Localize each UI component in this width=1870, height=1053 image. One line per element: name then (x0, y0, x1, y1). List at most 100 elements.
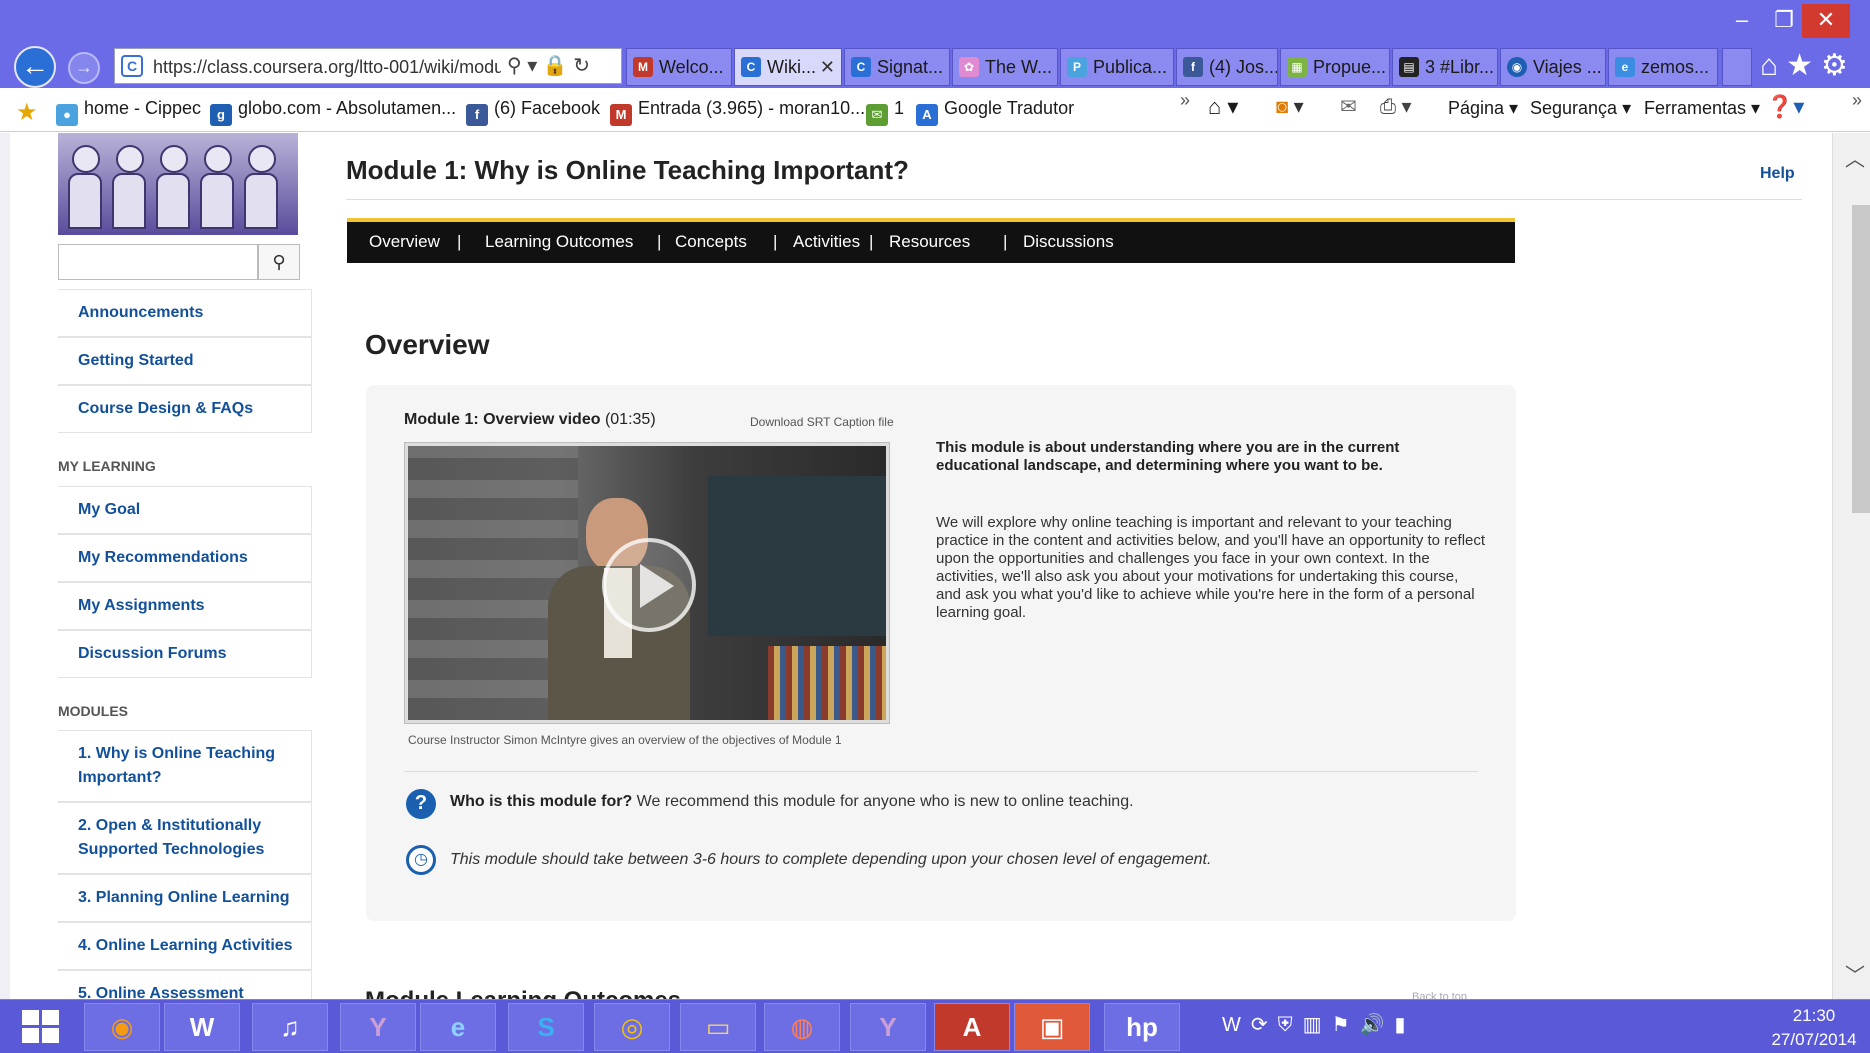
favorite-link[interactable]: A Google Tradutor (916, 98, 1074, 126)
tab-overview[interactable]: Overview (369, 232, 440, 252)
browser-tab[interactable]: ◉ Viajes ... (1500, 48, 1606, 86)
chrome-icon[interactable]: ◎ (594, 1003, 670, 1051)
windows-start-icon[interactable] (22, 1010, 60, 1044)
close-button[interactable]: ✕ (1802, 4, 1850, 38)
scroll-thumb[interactable] (1852, 205, 1870, 513)
mail-icon[interactable]: ✉ (1340, 94, 1357, 119)
search-button[interactable]: ⚲ (258, 244, 300, 280)
sidebar-search-input[interactable] (58, 244, 258, 280)
favorite-label: globo.com - Absolutamen... (238, 98, 457, 118)
forward-button[interactable]: → (68, 52, 100, 84)
new-tab-button[interactable] (1722, 48, 1752, 86)
printer-icon[interactable]: ⎙ ▾ (1380, 94, 1412, 119)
back-to-top-link[interactable]: Back to top (1412, 991, 1467, 999)
maximize-button[interactable]: ❐ (1760, 4, 1808, 38)
tab-activities[interactable]: Activities (793, 232, 860, 252)
favorite-link[interactable]: g globo.com - Absolutamen... (210, 98, 456, 126)
sidebar-module-2[interactable]: 2. Open & Institutionally Supported Tech… (58, 802, 312, 874)
ie-icon[interactable]: e (420, 1003, 496, 1051)
chevron-more-icon[interactable]: » (1180, 90, 1190, 111)
favorite-link[interactable]: ● home - Cippec (56, 98, 201, 126)
home-icon[interactable]: ⌂ (1760, 49, 1786, 82)
address-bar[interactable]: C https://class.coursera.org/ltto-001/wi… (114, 48, 622, 84)
browser-tab-active[interactable]: C Wiki... ✕ (734, 48, 842, 86)
tab-resources[interactable]: Resources (889, 232, 970, 252)
sidebar-item-my-assignments[interactable]: My Assignments (58, 582, 312, 630)
browser-tab[interactable]: ▤ 3 #Libr... (1392, 48, 1498, 86)
gear-icon[interactable]: ⚙ (1821, 49, 1856, 82)
yammer-icon[interactable]: Y (340, 1003, 416, 1051)
office-icon[interactable]: ▣ (1014, 1003, 1090, 1051)
minimize-button[interactable]: – (1718, 4, 1766, 38)
tab-label: Signat... (877, 57, 944, 77)
browser-tab[interactable]: P Publica... (1060, 48, 1174, 86)
word-icon[interactable]: W (164, 1003, 240, 1051)
tab-close-icon[interactable]: ✕ (820, 49, 835, 85)
tab-separator: | (773, 232, 778, 251)
spiral-icon[interactable]: ◍ (764, 1003, 840, 1051)
download-srt-link[interactable]: Download SRT Caption file (750, 415, 894, 429)
cippec-icon: ● (56, 104, 78, 126)
help-link[interactable]: Help (1760, 165, 1795, 183)
tab-discussions[interactable]: Discussions (1023, 232, 1114, 252)
scroll-down-icon[interactable]: ﹀ (1845, 959, 1865, 988)
network-icon[interactable]: ▥ (1303, 1014, 1332, 1036)
battery-icon[interactable]: ▮ (1394, 1014, 1415, 1036)
firefox-icon[interactable]: ◉ (84, 1003, 160, 1051)
favorite-link[interactable]: f (6) Facebook (466, 98, 600, 126)
hp-icon[interactable]: hp (1104, 1003, 1180, 1051)
browser-tab[interactable]: M Welco... (626, 48, 732, 86)
refresh-icon[interactable]: ↻ (573, 55, 590, 77)
lock-icon[interactable]: 🔒 (543, 55, 568, 77)
itunes-icon[interactable]: ♫ (252, 1003, 328, 1051)
yammer-icon[interactable]: Y (850, 1003, 926, 1051)
sidebar-module-4[interactable]: 4. Online Learning Activities (58, 922, 312, 970)
sidebar-item-my-goal[interactable]: My Goal (58, 486, 312, 534)
explorer-icon[interactable]: ▭ (680, 1003, 756, 1051)
clock-date[interactable]: 27/07/2014 (1764, 1030, 1864, 1050)
sidebar-item-my-recommendations[interactable]: My Recommendations (58, 534, 312, 582)
sidebar-item-announcements[interactable]: Announcements (58, 289, 312, 337)
security-menu[interactable]: Segurança ▾ (1530, 98, 1631, 119)
page-scrollbar[interactable]: ︿ ﹀ (1832, 133, 1870, 999)
flag-icon[interactable]: ⚑ (1332, 1014, 1360, 1036)
dropdown-icon[interactable]: ▾ (527, 55, 537, 77)
favorite-link[interactable]: M Entrada (3.965) - moran10... (610, 98, 865, 126)
tab-learning-outcomes[interactable]: Learning Outcomes (485, 232, 633, 252)
browser-tab[interactable]: f (4) Jos... (1176, 48, 1278, 86)
rss-icon[interactable]: ◙ ▾ (1276, 94, 1304, 119)
video-player[interactable] (404, 442, 890, 724)
browser-tab[interactable]: e zemos... (1608, 48, 1718, 86)
address-text[interactable]: https://class.coursera.org/ltto-001/wiki… (153, 57, 501, 78)
acrobat-icon[interactable]: A (934, 1003, 1010, 1051)
volume-icon[interactable]: 🔊 (1360, 1014, 1395, 1036)
play-icon[interactable] (602, 538, 696, 632)
sync-icon[interactable]: ⟳ (1251, 1014, 1278, 1036)
tab-concepts[interactable]: Concepts (675, 232, 747, 252)
sidebar-module-3[interactable]: 3. Planning Online Learning (58, 874, 312, 922)
shield-icon[interactable]: ⛨ (1278, 1014, 1303, 1036)
help-icon[interactable]: ❓▾ (1766, 94, 1804, 120)
browser-tab[interactable]: ▦ Propue... (1280, 48, 1390, 86)
browser-tab[interactable]: C Signat... (844, 48, 950, 86)
home-icon[interactable]: ⌂ ▾ (1208, 94, 1238, 120)
browser-tab[interactable]: ✿ The W... (952, 48, 1058, 86)
sidebar-item-discussion-forums[interactable]: Discussion Forums (58, 630, 312, 678)
tools-menu[interactable]: Ferramentas ▾ (1644, 98, 1760, 119)
sidebar-item-getting-started[interactable]: Getting Started (58, 337, 312, 385)
sidebar-module-1[interactable]: 1. Why is Online Teaching Important? (58, 730, 312, 802)
sidebar-item-course-design[interactable]: Course Design & FAQs (58, 385, 312, 433)
back-button[interactable]: ← (14, 46, 56, 88)
word-tray-icon[interactable]: W (1222, 1014, 1251, 1036)
sidebar-module-5[interactable]: 5. Online Assessment (58, 970, 312, 999)
favorites-star-icon[interactable]: ★ (16, 98, 38, 127)
search-icon[interactable]: ⚲ (507, 55, 522, 77)
chevron-more-icon[interactable]: » (1852, 90, 1862, 111)
star-icon[interactable]: ★ (1786, 49, 1821, 82)
page-menu[interactable]: Página ▾ (1448, 98, 1518, 119)
favorite-link[interactable]: ✉ 1 (866, 98, 904, 126)
sidebar-heading-modules: MODULES (58, 703, 128, 719)
clock-time[interactable]: 21:30 (1764, 1006, 1864, 1026)
skype-icon[interactable]: S (508, 1003, 584, 1051)
scroll-up-icon[interactable]: ︿ (1845, 143, 1865, 172)
